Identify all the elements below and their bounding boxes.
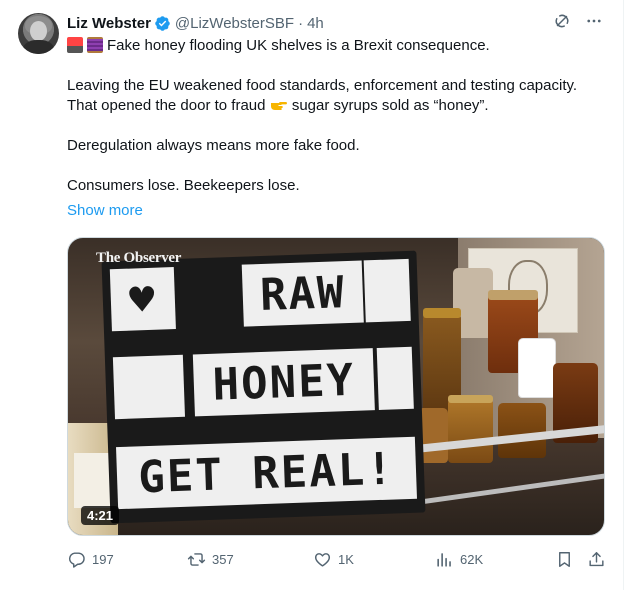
header-actions [553, 12, 603, 30]
sign-tile [363, 258, 411, 323]
tweet-header: Liz Webster @LizWebsterSBF · 4h [67, 13, 324, 33]
avatar[interactable] [18, 13, 59, 54]
video-shelf [398, 473, 604, 508]
video-player[interactable]: ♥ RAW HONEY GET REAL! The Observer 4:21 [67, 237, 605, 536]
sign-tile: ♥ [109, 267, 176, 332]
sign-tile [376, 346, 414, 410]
author-name[interactable]: Liz Webster [67, 15, 151, 32]
separator-dot: · [298, 14, 304, 32]
share-button[interactable] [587, 550, 606, 569]
video-jar [448, 398, 493, 463]
spool-emoji-icon [87, 37, 103, 53]
video-jar [518, 338, 556, 398]
tweet[interactable]: Liz Webster @LizWebsterSBF · 4h Fake hon… [0, 0, 624, 590]
repost-button[interactable]: 357 [187, 550, 234, 569]
reply-icon [68, 552, 85, 568]
show-more-link[interactable]: Show more [67, 202, 143, 219]
repost-icon [187, 553, 206, 566]
video-watermark: The Observer [96, 250, 182, 266]
more-icon[interactable] [585, 12, 603, 30]
sign-row-2: HONEY [192, 348, 375, 417]
tweet-para-4: Consumers lose. Beekeepers lose. [67, 177, 300, 194]
tweet-para-2b: sugar syrups sold as “honey”. [291, 97, 489, 114]
sign-tile [112, 354, 185, 420]
video-jar-lid [488, 290, 538, 300]
views-button[interactable]: 62K [435, 550, 483, 569]
like-icon [314, 553, 331, 567]
video-jar-lid [423, 308, 461, 318]
views-count: 62K [460, 552, 484, 567]
views-icon [437, 553, 451, 567]
heart-icon: ♥ [128, 274, 158, 325]
tweet-actions: 197 357 1K 62K [67, 550, 607, 572]
like-count: 1K [338, 552, 354, 567]
verified-badge-icon[interactable] [154, 15, 171, 32]
tweet-text: Fake honey flooding UK shelves is a Brex… [67, 36, 607, 196]
reply-button[interactable]: 197 [67, 550, 114, 569]
sign-row-1: RAW [241, 260, 364, 327]
like-button[interactable]: 1K [313, 550, 354, 569]
grok-icon[interactable] [553, 12, 571, 30]
video-jar [498, 403, 546, 458]
bookmark-icon [559, 552, 570, 567]
pointing-hand-emoji-icon [270, 102, 287, 110]
repost-count: 357 [212, 552, 234, 567]
video-duration: 4:21 [81, 506, 120, 525]
siren-emoji-icon [67, 37, 83, 53]
bookmark-button[interactable] [555, 550, 574, 569]
author-handle[interactable]: @LizWebsterSBF [175, 15, 294, 32]
share-icon [589, 552, 604, 567]
post-time[interactable]: 4h [307, 15, 324, 32]
sign-row-3: GET REAL! [116, 436, 417, 510]
video-jar-lid [448, 395, 493, 403]
tweet-line-1: Fake honey flooding UK shelves is a Brex… [107, 37, 490, 54]
tweet-para-3: Deregulation always means more fake food… [67, 137, 360, 154]
reply-count: 197 [92, 552, 114, 567]
video-letter-sign: ♥ RAW HONEY GET REAL! [101, 250, 426, 524]
